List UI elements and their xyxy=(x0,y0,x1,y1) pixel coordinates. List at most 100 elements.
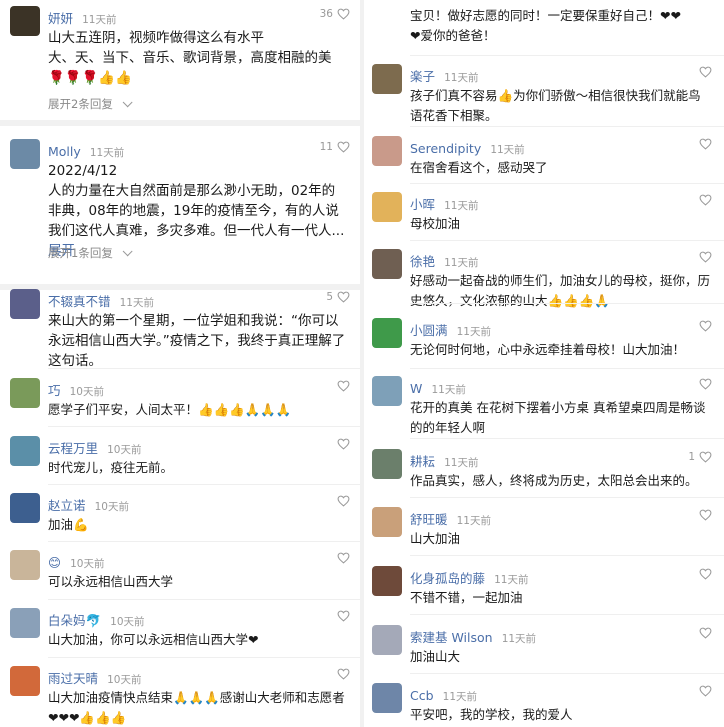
like-button[interactable] xyxy=(695,685,712,697)
heart-icon[interactable] xyxy=(699,451,712,463)
avatar[interactable] xyxy=(372,449,402,479)
username[interactable]: 雨过天晴 xyxy=(48,671,98,686)
like-button[interactable] xyxy=(333,668,350,680)
expand-replies-button[interactable]: 展开2条回复 xyxy=(48,96,134,112)
heart-icon[interactable] xyxy=(699,66,712,78)
username[interactable]: Molly xyxy=(48,144,81,159)
username[interactable]: 索建基 Wilson xyxy=(410,630,493,645)
like-button[interactable]: 1 xyxy=(688,451,712,463)
username[interactable]: 云程万里 xyxy=(48,441,98,456)
heart-icon[interactable] xyxy=(337,380,350,392)
avatar[interactable] xyxy=(10,139,40,169)
heart-icon[interactable] xyxy=(337,495,350,507)
heart-icon[interactable] xyxy=(699,138,712,150)
heart-icon[interactable] xyxy=(699,627,712,639)
avatar[interactable] xyxy=(10,378,40,408)
username[interactable]: 楽子 xyxy=(410,69,435,84)
like-button[interactable] xyxy=(333,380,350,392)
username[interactable]: 耕耘 xyxy=(410,454,435,469)
heart-icon[interactable] xyxy=(337,291,350,303)
heart-icon[interactable] xyxy=(699,251,712,263)
username[interactable]: 😊 xyxy=(48,555,61,570)
comment-item[interactable]: Molly 11天前 11 2022/4/12 人的力量在大自然面前是那么渺小无… xyxy=(0,139,362,260)
heart-icon[interactable] xyxy=(337,668,350,680)
comment-item[interactable]: Ccb 11天前 平安吧，我的学校，我的爱人 xyxy=(362,683,724,727)
like-button[interactable]: 36 xyxy=(320,8,350,20)
heart-icon[interactable] xyxy=(337,438,350,450)
heart-icon[interactable] xyxy=(699,378,712,390)
avatar[interactable] xyxy=(10,493,40,523)
avatar[interactable] xyxy=(10,436,40,466)
comment-body: 时代宠儿，疫往无前。 xyxy=(48,460,174,475)
like-button[interactable] xyxy=(695,66,712,78)
avatar[interactable] xyxy=(10,608,40,638)
like-button[interactable] xyxy=(695,509,712,521)
like-button[interactable] xyxy=(333,495,350,507)
comment-item[interactable]: 徐艳 11天前 好感动一起奋战的师生们，加油女儿的母校，挺你，历史悠久，文化浓郁… xyxy=(362,249,724,329)
avatar[interactable] xyxy=(372,136,402,166)
avatar[interactable] xyxy=(372,683,402,713)
username[interactable]: 小圆满 xyxy=(410,323,448,338)
username[interactable]: 赵立诺 xyxy=(48,498,86,513)
heart-icon[interactable] xyxy=(337,610,350,622)
avatar[interactable] xyxy=(10,666,40,696)
like-button[interactable] xyxy=(695,138,712,150)
comment-item[interactable]: 妍妍 11天前 36 山大五连阴，视频咋做得这么有水平 大、天、当下、音乐、歌词… xyxy=(0,6,362,111)
avatar[interactable] xyxy=(372,249,402,279)
heart-icon[interactable] xyxy=(699,509,712,521)
heart-icon[interactable] xyxy=(337,552,350,564)
expand-replies-button[interactable]: 展开1条回复 xyxy=(48,245,134,261)
timestamp: 11天前 xyxy=(456,515,491,527)
username[interactable]: W xyxy=(410,381,422,396)
avatar[interactable] xyxy=(372,318,402,348)
username[interactable]: 巧 xyxy=(48,383,61,398)
heart-icon[interactable] xyxy=(699,685,712,697)
comment-text: 山大加油疫情快点结束🙏🙏🙏感谢山大老师和志愿者❤❤❤👍👍👍 xyxy=(48,688,348,727)
comment-text: 母校加油 xyxy=(410,214,710,234)
chevron-down-icon xyxy=(123,97,134,108)
heart-icon[interactable] xyxy=(337,141,350,153)
username[interactable]: 舒旺暖 xyxy=(410,512,448,527)
like-button[interactable] xyxy=(333,438,350,450)
username[interactable]: 化身孤岛的藤 xyxy=(410,571,485,586)
comment-item[interactable]: 不辍真不错 11天前 5 来山大的第一个星期，一位学姐和我说：“你可以永远相信山… xyxy=(0,289,362,369)
comment-item[interactable]: 楽子 11天前 孩子们真不容易👍为你们骄傲～相信很快我们就能鸟语花香下相聚。 xyxy=(362,64,724,144)
heart-icon[interactable] xyxy=(699,194,712,206)
username[interactable]: 小晖 xyxy=(410,197,435,212)
comment-item[interactable]: 宝贝！做好志愿的同时！一定要保重好自己！❤❤ ❤爱你的爸爸！ xyxy=(362,0,724,68)
avatar[interactable] xyxy=(10,550,40,580)
like-button[interactable] xyxy=(333,552,350,564)
avatar[interactable] xyxy=(10,289,40,319)
avatar[interactable] xyxy=(372,64,402,94)
username[interactable]: 妍妍 xyxy=(48,11,73,26)
avatar[interactable] xyxy=(372,625,402,655)
divider xyxy=(410,240,724,241)
like-button[interactable] xyxy=(695,320,712,332)
like-button[interactable] xyxy=(695,627,712,639)
like-button[interactable] xyxy=(695,568,712,580)
username[interactable]: Ccb xyxy=(410,688,434,703)
username[interactable]: Serendipity xyxy=(410,141,481,156)
avatar[interactable] xyxy=(372,566,402,596)
heart-icon[interactable] xyxy=(699,320,712,332)
like-button[interactable] xyxy=(695,251,712,263)
timestamp: 10天前 xyxy=(107,444,142,456)
username[interactable]: 不辍真不错 xyxy=(48,294,111,309)
avatar[interactable] xyxy=(10,6,40,36)
comment-item[interactable]: W 11天前 花开的真美 在花树下摆着小方桌 真希望桌四周是畅谈的的年轻人啊 xyxy=(362,376,724,456)
like-button[interactable] xyxy=(695,194,712,206)
comment-header: 白朵妈🐬 10天前 xyxy=(48,610,352,628)
avatar[interactable] xyxy=(372,376,402,406)
comment-header: 😊 10天前 xyxy=(48,552,352,570)
like-button[interactable]: 11 xyxy=(320,141,350,153)
heart-icon[interactable] xyxy=(699,568,712,580)
avatar[interactable] xyxy=(372,192,402,222)
heart-icon[interactable] xyxy=(337,8,350,20)
like-button[interactable]: 5 xyxy=(326,291,350,303)
like-button[interactable] xyxy=(333,610,350,622)
username[interactable]: 白朵妈🐬 xyxy=(48,613,101,628)
like-button[interactable] xyxy=(695,378,712,390)
comment-item[interactable]: 雨过天晴 10天前 山大加油疫情快点结束🙏🙏🙏感谢山大老师和志愿者❤❤❤👍👍👍 xyxy=(0,666,362,727)
avatar[interactable] xyxy=(372,507,402,537)
username[interactable]: 徐艳 xyxy=(410,254,435,269)
